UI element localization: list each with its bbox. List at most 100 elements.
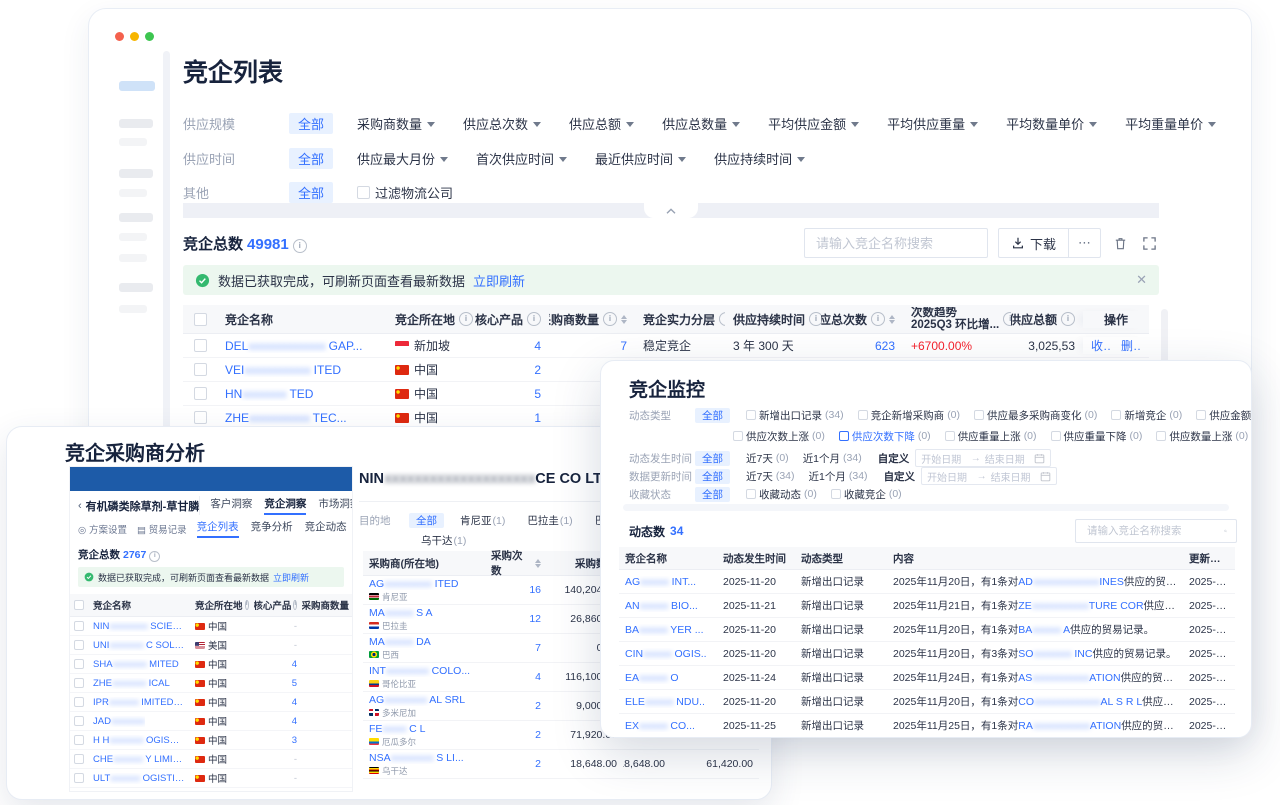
monitor-type-option[interactable]: 供应重量上涨(0) — [945, 429, 1037, 444]
destination-option[interactable]: 肯尼亚(1) — [460, 513, 505, 528]
checkbox[interactable] — [1051, 431, 1061, 441]
row-checkbox[interactable] — [70, 716, 88, 726]
competitor-name-link[interactable]: JADxxxxxxxx — [93, 716, 145, 727]
competitor-name-link[interactable]: VEIxxxxxxxxxxxx ITED — [225, 363, 341, 377]
filter-dropdown[interactable]: 供应总数量 — [662, 114, 740, 133]
monitor-type-option[interactable]: 新增竞企(0) — [1111, 408, 1182, 423]
row-checkbox[interactable] — [70, 678, 88, 688]
row-checkbox[interactable] — [70, 621, 88, 631]
delete-link[interactable]: 删除 — [1121, 337, 1141, 354]
checkbox[interactable] — [1196, 410, 1206, 420]
monitor-type-option[interactable]: 供应次数下降(0) — [839, 429, 931, 444]
all-filter-chip[interactable]: 全部 — [289, 148, 333, 169]
all-filter-chip[interactable]: 全部 — [289, 113, 333, 134]
favorite-filter-option[interactable]: 收藏竞企(0) — [831, 487, 902, 502]
checkbox[interactable] — [1111, 410, 1121, 420]
monitor-type-option[interactable]: 供应数量上涨(0) — [1156, 429, 1248, 444]
filter-dropdown[interactable]: 平均供应金额 — [768, 114, 859, 133]
checkbox[interactable] — [831, 489, 841, 499]
competitor-name-link[interactable]: ELExxxxxx NDU.. — [625, 696, 705, 708]
purchase-times-cell[interactable]: 7 — [485, 642, 547, 654]
checkbox[interactable] — [746, 410, 756, 420]
competitor-name-link[interactable]: BAxxxxxx YER ... — [625, 624, 704, 636]
monitor-type-option[interactable]: 竞企新增采购商(0) — [858, 408, 960, 423]
competitor-name-link[interactable]: DELxxxxxxxxxxxxxx GAP... — [225, 339, 362, 353]
buyer-name-link[interactable]: AGxxxxxxxxx AL SRL — [369, 694, 479, 706]
row-checkbox[interactable] — [183, 363, 217, 376]
checkbox[interactable] — [974, 410, 984, 420]
row-checkbox[interactable] — [183, 387, 217, 400]
core-product-count[interactable]: 1 — [475, 411, 549, 425]
close-icon[interactable]: ✕ — [1136, 272, 1147, 288]
monitor-type-option[interactable]: 供应重量下降(0) — [1051, 429, 1143, 444]
favorite-filter-option[interactable]: 收藏动态(0) — [746, 487, 817, 502]
buyer-count[interactable]: 7 — [549, 339, 635, 353]
filter-dropdown[interactable]: 最近供应时间 — [595, 149, 686, 168]
purchase-times-cell[interactable]: 12 — [485, 613, 547, 625]
select-all-checkbox[interactable] — [183, 313, 217, 326]
competitor-name-link[interactable]: EAxxxxxx O — [625, 672, 679, 684]
more-options-button[interactable]: ⋯ — [1068, 229, 1100, 257]
purchase-times-cell[interactable]: 2 — [485, 700, 547, 712]
buyer-name-link[interactable]: FExxxxx C L — [369, 723, 479, 735]
competitor-name-link[interactable]: IPRxxxxxxx IMITED 35... — [93, 697, 185, 708]
destination-option[interactable]: 乌干达(1) — [421, 533, 466, 548]
scheme-settings-button[interactable]: ◎ 方案设置 — [78, 522, 127, 536]
filter-dropdown[interactable]: 平均数量单价 — [1006, 114, 1097, 133]
filter-dropdown[interactable]: 供应总额 — [569, 114, 634, 133]
filter-dropdown[interactable]: 首次供应时间 — [476, 149, 567, 168]
time-filter-option[interactable]: 近1个月(34) — [803, 451, 862, 466]
competitor-name-link[interactable]: AGxxxxxx INT... — [625, 576, 696, 588]
refresh-now-link[interactable]: 立即刷新 — [473, 271, 525, 290]
buyer-name-link[interactable]: MAxxxxxx DA — [369, 636, 479, 648]
competitor-name-link[interactable]: UNIxxxxxxxx C SOLUTI... — [93, 640, 185, 651]
all-filter-chip[interactable]: 全部 — [695, 408, 730, 423]
custom-range-label[interactable]: 自定义 — [878, 451, 910, 466]
checkbox[interactable] — [945, 431, 955, 441]
custom-range-label[interactable]: 自定义 — [884, 469, 916, 484]
fullscreen-button[interactable] — [1140, 234, 1159, 253]
maximize-window-icon[interactable] — [145, 32, 154, 41]
back-button[interactable]: ‹ — [78, 500, 82, 512]
select-all-checkbox[interactable] — [70, 600, 88, 610]
delete-button[interactable] — [1111, 234, 1130, 253]
insight-tab[interactable]: 市场洞察 — [318, 496, 353, 515]
competitor-name-link[interactable]: H Hxxxxxxxx OGISTICS C... — [93, 735, 185, 746]
filter-logistics-checkbox[interactable]: 过滤物流公司 — [357, 183, 453, 202]
sort-icon[interactable] — [621, 315, 627, 324]
competitor-name-link[interactable]: EXxxxxxx CO... — [625, 720, 695, 732]
row-checkbox[interactable] — [70, 659, 88, 669]
search-input[interactable] — [814, 235, 994, 252]
row-checkbox[interactable] — [183, 339, 217, 352]
purchase-times-cell[interactable]: 2 — [485, 758, 547, 770]
checkbox[interactable] — [858, 410, 868, 420]
filter-dropdown[interactable]: 平均重量单价 — [1125, 114, 1216, 133]
competitor-name-link[interactable]: NINxxxxxxxxx SCIENCE C... — [93, 621, 185, 632]
sub-tab[interactable]: 竞企列表 — [197, 519, 239, 538]
purchase-times-cell[interactable]: 16 — [485, 584, 547, 596]
core-product-count[interactable]: 5 — [475, 387, 549, 401]
monitor-type-option[interactable]: 新增出口记录(34) — [746, 408, 844, 423]
sub-tab[interactable]: 竞企动态 — [305, 519, 347, 538]
all-filter-chip[interactable]: 全部 — [289, 182, 333, 203]
download-button[interactable]: 下载 — [999, 229, 1068, 257]
checkbox[interactable] — [1156, 431, 1166, 441]
time-filter-option[interactable]: 近7天(0) — [746, 451, 789, 466]
competitor-name-link[interactable]: ZHExxxxxxxxxxx TEC... — [225, 411, 347, 425]
row-checkbox[interactable] — [70, 735, 88, 745]
purchase-times-cell[interactable]: 2 — [485, 729, 547, 741]
core-product-count[interactable]: 4 — [475, 339, 549, 353]
filter-dropdown[interactable]: 供应总次数 — [463, 114, 541, 133]
competitor-name-link[interactable]: ANxxxxxx BIO... — [625, 600, 698, 612]
competitor-name-link[interactable]: HNxxxxxxxx TED — [225, 387, 313, 401]
row-checkbox[interactable] — [70, 773, 88, 783]
close-window-icon[interactable] — [115, 32, 124, 41]
buyer-name-link[interactable]: NSAxxxxxxxxx S LI... — [369, 752, 479, 764]
row-checkbox[interactable] — [70, 754, 88, 764]
row-checkbox[interactable] — [70, 640, 88, 650]
trade-records-button[interactable]: ▤ 贸易记录 — [137, 522, 187, 536]
monitor-type-option[interactable]: 供应最多采购商变化(0) — [974, 408, 1097, 423]
sort-icon[interactable] — [889, 315, 895, 324]
buyer-name-link[interactable]: MAxxxxxx S A — [369, 607, 479, 619]
search-input[interactable] — [1085, 524, 1224, 538]
